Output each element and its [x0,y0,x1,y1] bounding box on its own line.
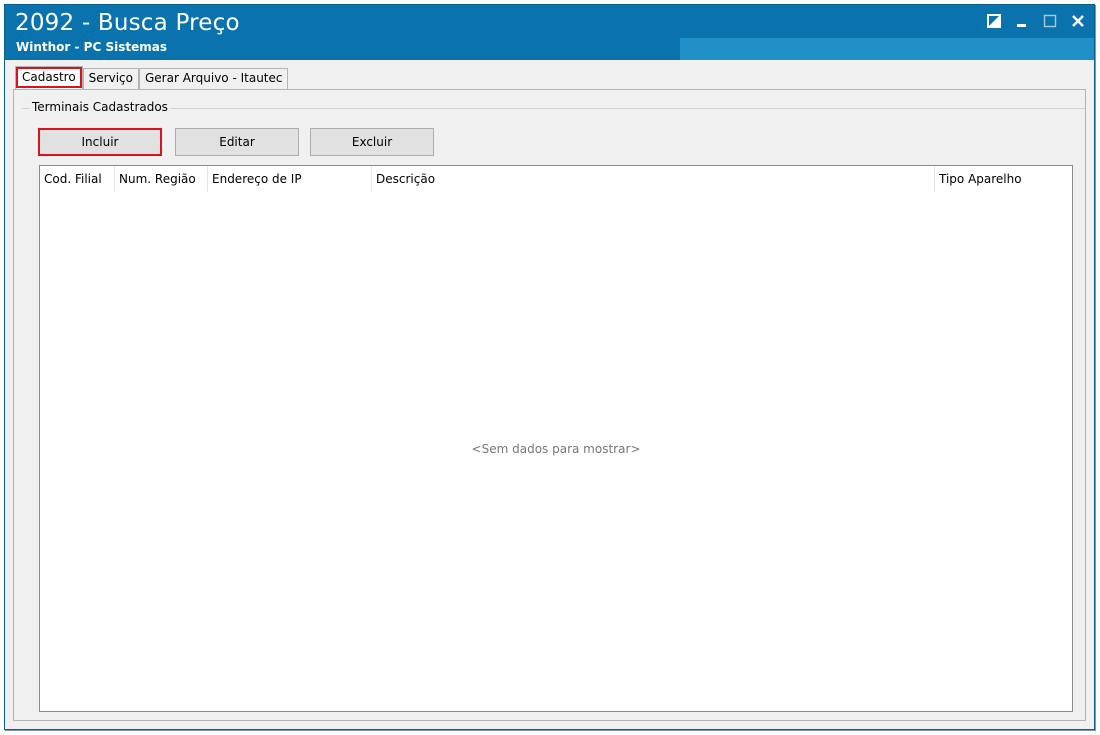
close-icon[interactable] [1070,13,1086,29]
group-divider [22,108,1085,109]
title-bar[interactable]: 2092 - Busca Preço Winthor - PC Sistemas [5,5,1094,60]
empty-grid-message: <Sem dados para mostrar> [471,442,641,456]
column-cod-filial[interactable]: Cod. Filial [40,166,115,192]
tab-gerar-arquivo-itautec[interactable]: Gerar Arquivo - Itautec [138,68,289,89]
group-label: Terminais Cadastrados [30,100,170,114]
window-title: 2092 - Busca Preço [15,10,240,36]
column-descricao[interactable]: Descrição [372,166,935,192]
excluir-button[interactable]: Excluir [310,128,434,156]
tab-servico[interactable]: Serviço [82,68,139,89]
column-tipo-aparelho[interactable]: Tipo Aparelho [935,166,1072,192]
title-stripe [680,38,1094,60]
column-num-regiao[interactable]: Num. Região [115,166,208,192]
column-endereco-ip[interactable]: Endereço de IP [208,166,372,192]
tab-strip: Cadastro Serviço Gerar Arquivo - Itautec [15,66,289,89]
restore-icon[interactable] [986,13,1002,29]
grid-header: Cod. Filial Num. Região Endereço de IP D… [40,166,1072,192]
tab-panel-cadastro: Terminais Cadastrados Incluir Editar Exc… [13,89,1086,721]
incluir-button[interactable]: Incluir [38,128,162,156]
maximize-icon[interactable] [1042,13,1058,29]
terminals-grid[interactable]: Cod. Filial Num. Região Endereço de IP D… [39,165,1073,712]
window-subtitle: Winthor - PC Sistemas [16,40,167,54]
tab-cadastro[interactable]: Cadastro [15,66,83,89]
minimize-icon[interactable] [1014,13,1030,29]
window-controls [986,11,1086,31]
editar-button[interactable]: Editar [175,128,299,156]
app-window: 2092 - Busca Preço Winthor - PC Sistemas [4,4,1095,730]
